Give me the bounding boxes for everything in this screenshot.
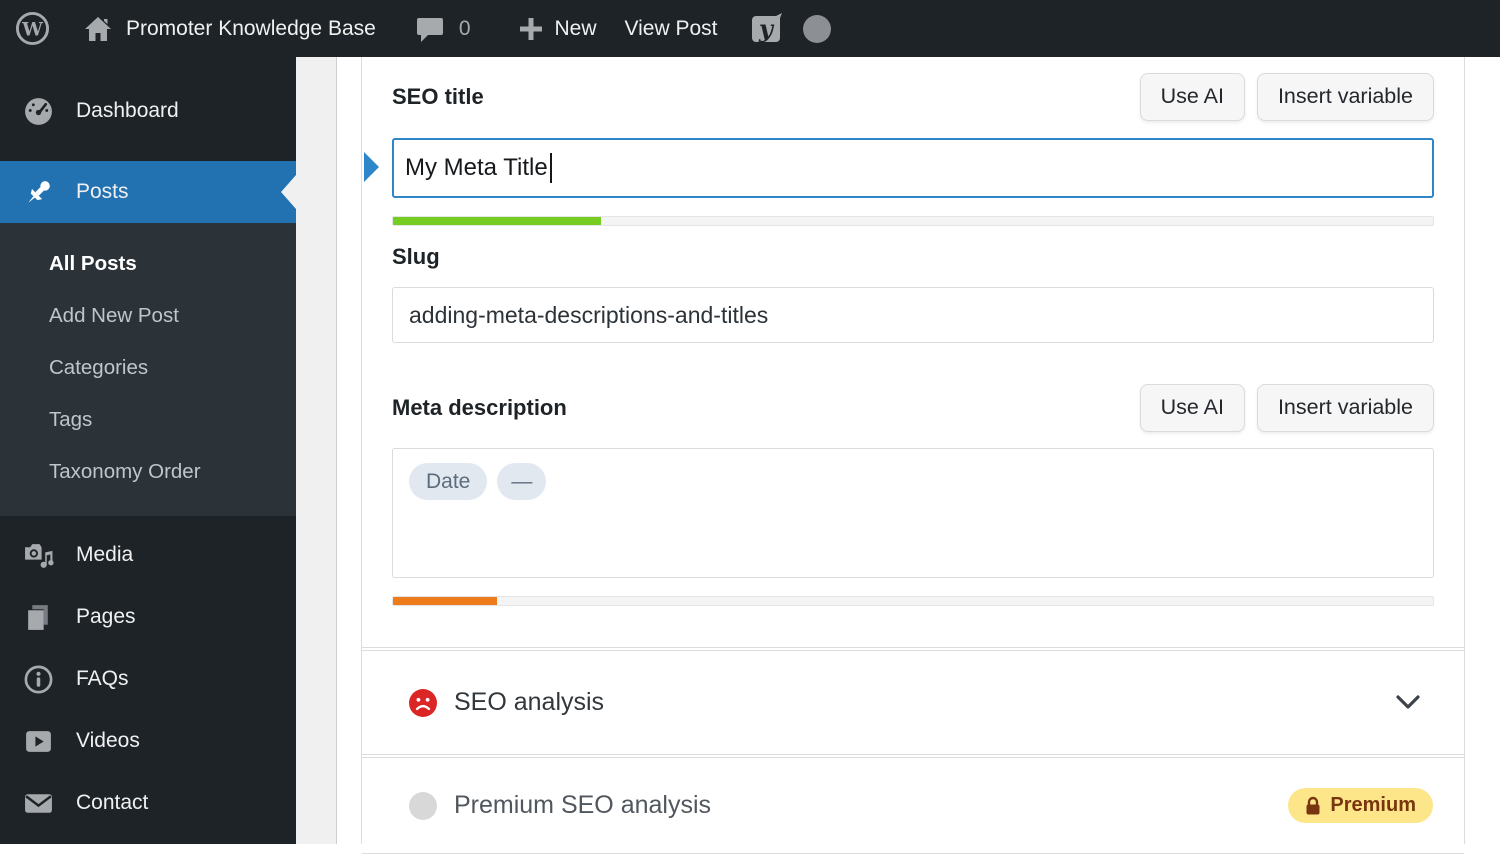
sidebar-item-posts[interactable]: Posts [0, 161, 296, 223]
sidebar-item-label: Media [76, 543, 134, 566]
meta-description-input[interactable]: Date — [392, 448, 1434, 578]
meta-description-label: Meta description [392, 394, 567, 420]
slug-input[interactable]: adding-meta-descriptions-and-titles [392, 287, 1434, 343]
premium-seo-analysis-toggle[interactable]: Premium SEO analysis Premium [362, 757, 1464, 854]
premium-seo-analysis-title: Premium SEO analysis [454, 791, 712, 819]
comments-icon[interactable] [416, 15, 444, 43]
insert-variable-button[interactable]: Insert variable [1256, 72, 1434, 121]
new-button[interactable]: New [555, 17, 597, 41]
submenu-item-all-posts[interactable]: All Posts [0, 238, 296, 290]
seo-analysis-toggle[interactable]: SEO analysis [362, 650, 1464, 755]
yoast-seo-metabox: SEO title Use AI Insert variable My Meta… [362, 57, 1465, 854]
sidebar-item-pages[interactable]: Pages [0, 586, 296, 648]
text-caret [549, 153, 552, 183]
wordpress-logo-icon[interactable]: W [15, 11, 50, 46]
seo-score-neutral-icon [409, 791, 437, 820]
svg-text:y: y [758, 14, 775, 43]
editor-gutter [296, 57, 337, 844]
sidebar-item-faqs[interactable]: FAQs [0, 648, 296, 710]
chevron-down-icon [1394, 693, 1422, 713]
sidebar-item-label: Contact [76, 791, 149, 814]
submenu-item-tags[interactable]: Tags [0, 394, 296, 446]
use-ai-button[interactable]: Use AI [1139, 383, 1245, 432]
meta-description-progress-bar [392, 596, 1434, 606]
media-icon [22, 540, 54, 571]
submenu-item-add-new-post[interactable]: Add New Post [0, 290, 296, 342]
yoast-seo-icon[interactable]: y [751, 12, 785, 46]
pages-icon [22, 602, 54, 633]
sidebar-item-label: Pages [76, 605, 136, 628]
sidebar-item-label: Dashboard [76, 99, 179, 122]
submenu-item-categories[interactable]: Categories [0, 342, 296, 394]
comment-count[interactable]: 0 [459, 17, 471, 41]
editor-content: SEO title Use AI Insert variable My Meta… [361, 57, 1500, 854]
submenu-item-taxonomy-order[interactable]: Taxonomy Order [0, 446, 296, 498]
sidebar-item-media[interactable]: Media [0, 524, 296, 586]
site-name-link[interactable]: Promoter Knowledge Base [126, 17, 376, 41]
premium-badge: Premium [1288, 788, 1433, 823]
svg-text:W: W [21, 19, 43, 40]
seo-fields-section: SEO title Use AI Insert variable My Meta… [362, 72, 1464, 648]
sidebar-item-label: Videos [76, 729, 140, 752]
slug-value: adding-meta-descriptions-and-titles [409, 301, 769, 328]
admin-sidebar: Dashboard Posts All Posts Add New Post C… [0, 57, 296, 844]
seo-analysis-title: SEO analysis [454, 688, 605, 716]
sidebar-item-label: FAQs [76, 667, 129, 690]
slug-label: Slug [392, 244, 440, 269]
sidebar-item-label: Posts [76, 180, 129, 203]
avatar[interactable] [802, 14, 831, 43]
scrollbar-track[interactable] [338, 57, 361, 844]
seo-title-value: My Meta Title [405, 154, 548, 181]
variable-tag-separator[interactable]: — [497, 463, 547, 500]
seo-score-bad-icon [409, 688, 437, 717]
lock-icon [1305, 796, 1321, 816]
gauge-icon [22, 96, 54, 127]
envelope-icon [22, 788, 54, 819]
use-ai-button[interactable]: Use AI [1139, 72, 1245, 121]
pushpin-icon [22, 177, 54, 208]
view-post-link[interactable]: View Post [625, 17, 718, 41]
sidebar-item-videos[interactable]: Videos [0, 710, 296, 772]
plus-icon[interactable] [518, 16, 544, 42]
sidebar-item-dashboard[interactable]: Dashboard [0, 83, 296, 139]
home-icon[interactable] [83, 14, 113, 44]
video-icon [22, 726, 54, 757]
seo-title-input[interactable]: My Meta Title [392, 138, 1434, 198]
seo-score-circle [409, 688, 437, 717]
insert-variable-button[interactable]: Insert variable [1256, 383, 1434, 432]
info-icon [22, 664, 54, 695]
seo-title-progress-bar [392, 216, 1434, 226]
seo-title-progress-fill [393, 217, 601, 225]
sidebar-item-contact[interactable]: Contact [0, 772, 296, 834]
seo-title-label: SEO title [392, 83, 484, 109]
admin-bar: W Promoter Knowledge Base 0 New View Pos… [0, 0, 1500, 57]
variable-tag-date[interactable]: Date [409, 463, 488, 500]
meta-description-progress-fill [393, 597, 497, 605]
posts-submenu: All Posts Add New Post Categories Tags T… [0, 223, 296, 516]
wordpress-admin-screen: W Promoter Knowledge Base 0 New View Pos… [0, 0, 1500, 854]
premium-badge-label: Premium [1330, 794, 1416, 816]
focused-field-pointer-icon [364, 152, 379, 182]
